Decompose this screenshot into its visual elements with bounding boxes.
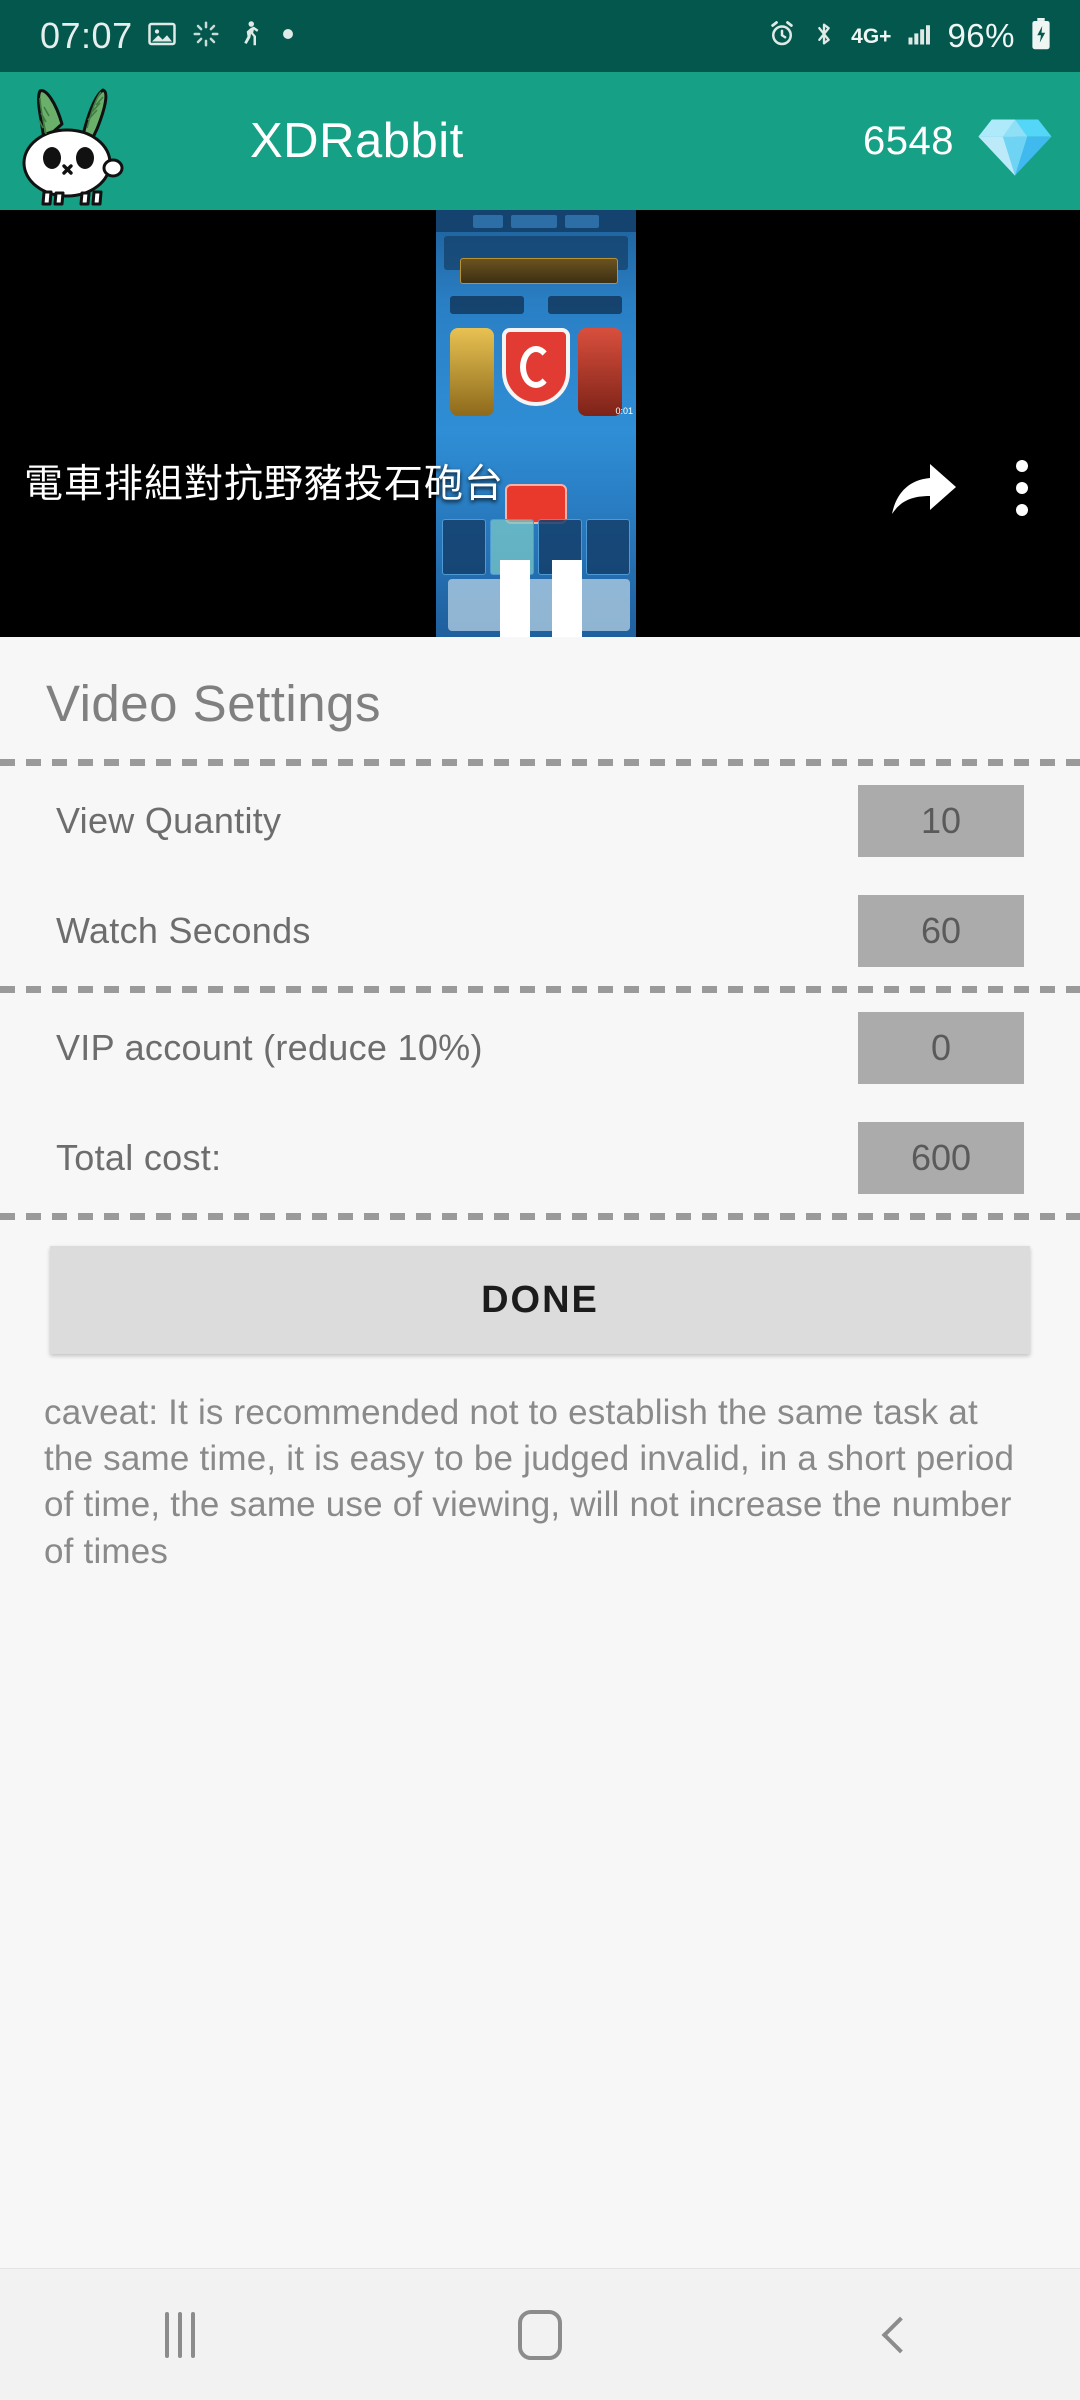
vip-account-input[interactable]: 0 bbox=[858, 1012, 1024, 1084]
status-bar: 07:07 4G+ 96% bbox=[0, 0, 1080, 72]
image-icon bbox=[147, 19, 177, 54]
setting-label: View Quantity bbox=[56, 800, 282, 841]
rabbit-mascot-icon bbox=[0, 72, 150, 210]
pause-icon[interactable] bbox=[500, 560, 582, 637]
divider-middle bbox=[0, 986, 1080, 993]
thumb-cancel-button bbox=[505, 484, 567, 524]
status-clock: 07:07 bbox=[40, 15, 133, 56]
signal-bars-icon bbox=[904, 20, 934, 53]
divider-bottom bbox=[0, 1213, 1080, 1220]
watch-seconds-input[interactable]: 60 bbox=[858, 895, 1024, 967]
status-bar-right: 4G+ 96% bbox=[767, 17, 1054, 55]
nav-back-button[interactable] bbox=[830, 2269, 970, 2400]
view-quantity-input[interactable]: 10 bbox=[858, 785, 1024, 857]
network-type-label: 4G+ bbox=[851, 24, 892, 48]
page-title: Video Settings bbox=[46, 675, 381, 732]
setting-label: VIP account (reduce 10%) bbox=[56, 1027, 483, 1068]
settings-section: Video Settings View Quantity 10 Watch Se… bbox=[0, 637, 1080, 1575]
bluetooth-icon bbox=[810, 20, 838, 53]
setting-row-total-cost: Total cost: 600 bbox=[0, 1103, 1080, 1213]
alarm-icon bbox=[767, 19, 797, 54]
thumb-timer-label: 0:01 bbox=[615, 406, 633, 416]
share-arrow-icon[interactable] bbox=[888, 460, 960, 525]
setting-label: Watch Seconds bbox=[56, 910, 311, 951]
app-root: 07:07 4G+ 96% XDRabbit 6548 0:01 電車排組對抗野… bbox=[0, 0, 1080, 2400]
setting-label: Total cost: bbox=[56, 1137, 222, 1178]
thumb-game-topbar bbox=[436, 210, 636, 232]
battery-charging-icon bbox=[1028, 17, 1054, 55]
divider-top bbox=[0, 759, 1080, 766]
status-bar-left: 07:07 bbox=[40, 15, 297, 57]
total-cost-value: 600 bbox=[858, 1122, 1024, 1194]
system-navigation-bar bbox=[0, 2268, 1080, 2400]
thumb-shield-emblem bbox=[502, 328, 570, 406]
nav-home-button[interactable] bbox=[470, 2269, 610, 2400]
app-title: XDRabbit bbox=[250, 114, 464, 168]
thumb-character-left bbox=[450, 328, 494, 416]
caveat-text: caveat: It is recommended not to establi… bbox=[44, 1393, 1015, 1571]
battery-percent-label: 96% bbox=[947, 17, 1015, 54]
thumb-banner bbox=[460, 258, 618, 284]
done-button-wrap: DONE bbox=[0, 1220, 1080, 1354]
currency-balance[interactable]: 6548 bbox=[863, 98, 1080, 185]
walking-person-icon bbox=[235, 19, 265, 54]
nav-recents-button[interactable] bbox=[110, 2269, 250, 2400]
video-title: 電車排組對抗野豬投石砲台 bbox=[24, 463, 505, 506]
setting-row-view-quantity[interactable]: View Quantity 10 bbox=[0, 766, 1080, 876]
home-icon bbox=[518, 2309, 562, 2360]
loading-spinner-icon bbox=[191, 19, 221, 54]
setting-row-watch-seconds[interactable]: Watch Seconds 60 bbox=[0, 876, 1080, 986]
app-header: XDRabbit 6548 bbox=[0, 72, 1080, 210]
more-vertical-icon[interactable] bbox=[1000, 458, 1044, 518]
recents-icon bbox=[165, 2311, 195, 2358]
setting-row-vip-account[interactable]: VIP account (reduce 10%) 0 bbox=[0, 993, 1080, 1103]
coin-count-label: 6548 bbox=[863, 118, 954, 163]
video-player[interactable]: 0:01 電車排組對抗野豬投石砲台 0:00 bbox=[0, 210, 1080, 637]
done-button[interactable]: DONE bbox=[50, 1246, 1030, 1354]
thumb-character-right bbox=[578, 328, 622, 416]
thumb-stat-bars bbox=[446, 292, 626, 318]
dot-icon bbox=[279, 25, 297, 48]
diamond-icon bbox=[976, 98, 1054, 185]
back-chevron-icon bbox=[881, 2316, 919, 2353]
